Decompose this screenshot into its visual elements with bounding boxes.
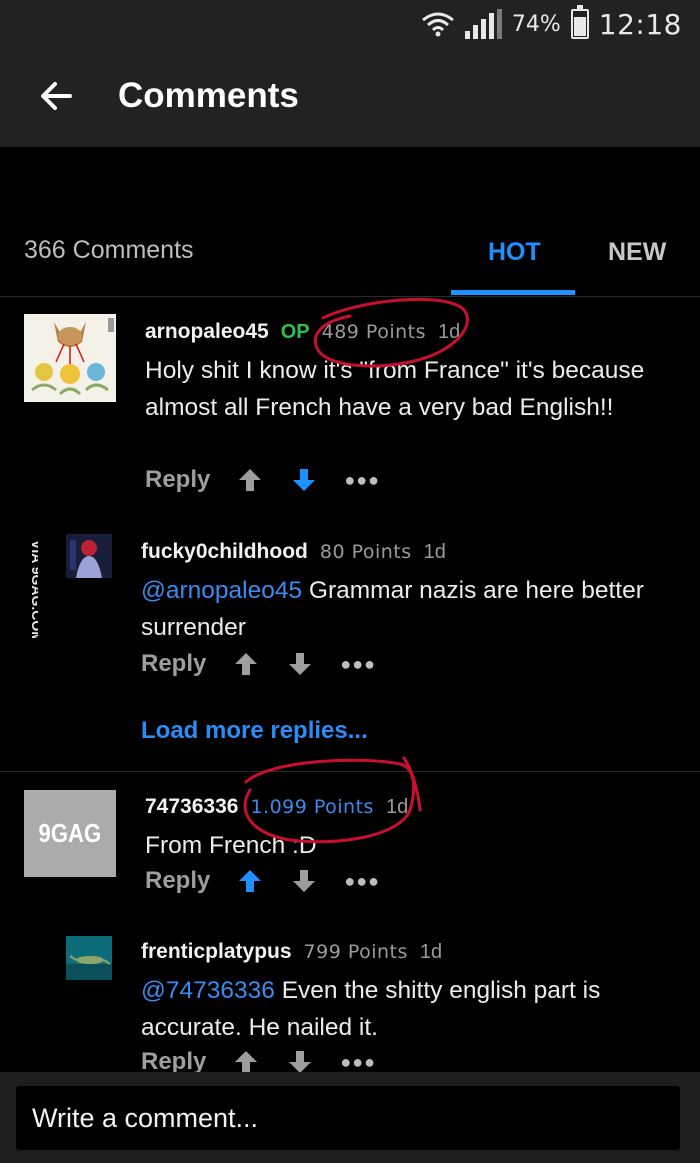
downvote-icon[interactable]: [290, 867, 318, 895]
mention-link[interactable]: @74736336: [141, 977, 275, 1004]
more-options-icon[interactable]: ●●●: [340, 1052, 376, 1073]
more-options-icon[interactable]: ●●●: [340, 654, 376, 675]
app-bar: Comments: [0, 48, 700, 147]
username[interactable]: fucky0childhood: [141, 540, 308, 564]
comment-input-placeholder: Write a comment...: [32, 1103, 259, 1133]
timestamp: 1d: [438, 321, 461, 343]
downvote-icon[interactable]: [290, 466, 318, 494]
battery-percent: 74%: [511, 11, 561, 37]
downvote-icon[interactable]: [286, 1048, 314, 1072]
load-more-replies-link[interactable]: Load more replies...: [141, 717, 368, 745]
avatar[interactable]: [66, 936, 112, 980]
comment-text: Holy shit I know it's "from France" it's…: [145, 357, 645, 421]
comment-input[interactable]: Write a comment...: [16, 1086, 680, 1150]
comments-count: 366 Comments: [24, 236, 194, 264]
timestamp: 1d: [423, 541, 446, 563]
username[interactable]: frenticplatypus: [141, 940, 292, 964]
points: 80 Points: [319, 541, 412, 563]
username[interactable]: arnopaleo45: [145, 320, 269, 344]
timestamp: 1d: [419, 941, 443, 963]
points: 799 Points: [303, 941, 408, 963]
comment-text: @74736336 Even the shitty english part i…: [141, 972, 661, 1046]
points: 489 Points: [321, 321, 427, 343]
avatar[interactable]: [24, 314, 116, 402]
clock: 12:18: [598, 7, 682, 41]
reply-button[interactable]: Reply: [145, 867, 210, 895]
upvote-icon[interactable]: [236, 867, 264, 895]
more-options-icon[interactable]: ●●●: [344, 871, 380, 892]
username[interactable]: 74736336: [145, 795, 238, 819]
avatar[interactable]: [66, 534, 112, 578]
timestamp: 1d: [385, 796, 409, 818]
reply-button[interactable]: Reply: [141, 650, 206, 678]
signal-icon: [464, 9, 502, 39]
upvote-icon[interactable]: [232, 1048, 260, 1072]
comment-item: arnopaleo45 OP 489 Points 1d Holy shit I…: [0, 296, 700, 511]
wifi-icon: [421, 12, 454, 37]
reply-button[interactable]: Reply: [145, 466, 210, 494]
tab-hot[interactable]: HOT: [488, 238, 541, 267]
comment-item: 9GAG 74736336 1.099 Points 1d From Frenc…: [0, 771, 700, 921]
comment-text: From French :D: [145, 832, 317, 859]
points: 1.099 Points: [250, 796, 374, 818]
page-title: Comments: [118, 76, 299, 115]
comment-text: @arnopaleo45 Grammar nazis are here bett…: [141, 572, 661, 646]
battery-icon: [570, 5, 589, 39]
upvote-icon[interactable]: [232, 650, 260, 678]
tab-active-indicator: [451, 290, 575, 295]
avatar-text: 9GAG: [38, 818, 102, 848]
tab-new[interactable]: NEW: [608, 238, 666, 267]
reply-button[interactable]: Reply: [141, 1048, 206, 1072]
comment-item: fucky0childhood 80 Points 1d @arnopaleo4…: [0, 520, 700, 700]
arrow-left-icon[interactable]: [36, 76, 76, 116]
downvote-icon[interactable]: [286, 650, 314, 678]
status-bar: 74% 12:18: [0, 0, 700, 48]
upvote-icon[interactable]: [236, 466, 264, 494]
comment-item: frenticplatypus 799 Points 1d @74736336 …: [0, 920, 700, 1072]
mention-link[interactable]: @arnopaleo45: [141, 577, 302, 604]
op-badge: OP: [280, 321, 310, 343]
avatar[interactable]: 9GAG: [24, 790, 116, 877]
more-options-icon[interactable]: ●●●: [344, 470, 380, 491]
